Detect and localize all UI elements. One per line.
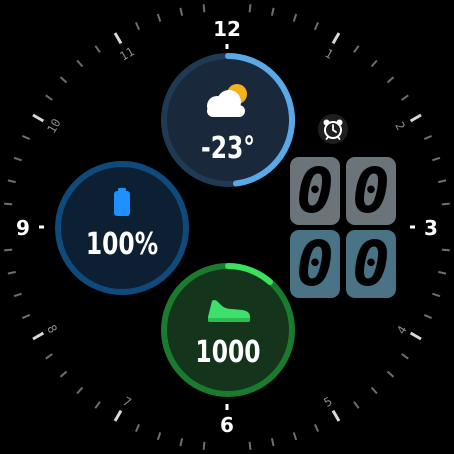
hour-tick xyxy=(32,113,45,123)
minute-tick xyxy=(438,270,447,275)
minute-tick xyxy=(401,94,409,101)
partly-cloudy-icon xyxy=(207,84,247,117)
minute-tick xyxy=(45,94,53,101)
minute-tick xyxy=(156,13,162,22)
dial-number-12: 12 xyxy=(213,17,241,41)
minute-tick xyxy=(423,313,433,320)
minute-tick xyxy=(432,292,441,298)
steps-ring xyxy=(161,263,295,397)
hour-tick xyxy=(32,331,45,341)
minute-tick xyxy=(45,353,53,360)
minute-tick xyxy=(94,45,101,53)
hour-tick xyxy=(409,113,422,123)
minute-tick xyxy=(4,248,13,252)
minute-tick xyxy=(386,370,395,378)
minute-tick xyxy=(292,432,298,441)
minute-tick xyxy=(313,423,320,433)
minute-tick xyxy=(441,202,450,206)
minute-tick xyxy=(94,401,101,409)
minute-tick xyxy=(441,248,450,252)
minute-tick xyxy=(353,45,360,53)
minute-tick xyxy=(270,7,275,16)
minute-tick xyxy=(76,386,84,395)
battery-level: 100% xyxy=(85,227,159,262)
minute-tick xyxy=(13,156,22,162)
hour-tick xyxy=(113,32,123,45)
minute-tick xyxy=(313,21,320,31)
hour-tick xyxy=(331,32,341,45)
minute-tick xyxy=(438,179,447,184)
minute-tick xyxy=(179,7,184,16)
minute-tick xyxy=(386,76,395,84)
minute-tick xyxy=(134,423,141,433)
hour-digit-ones: 0 xyxy=(346,157,396,225)
dial-number-6: 6 xyxy=(220,413,234,437)
minute-tick xyxy=(248,441,252,450)
minute-tick xyxy=(156,432,162,441)
minute-tick xyxy=(7,179,16,184)
minute-tick xyxy=(76,59,84,68)
minute-tick xyxy=(202,441,206,450)
minute-digit-ones: 0 xyxy=(346,230,396,298)
minute-tick xyxy=(292,13,298,22)
minute-tick xyxy=(7,270,16,275)
hour-digit-tens: 0 xyxy=(290,157,340,225)
hour-tick xyxy=(113,409,123,422)
minute-tick xyxy=(248,4,252,13)
minute-tick xyxy=(13,292,22,298)
minute-tick xyxy=(179,438,184,447)
minute-tick xyxy=(432,156,441,162)
minute-tick xyxy=(401,353,409,360)
minute-tick xyxy=(270,438,275,447)
steps-complication[interactable]: 1000 xyxy=(160,262,296,398)
sneaker-icon xyxy=(208,300,250,322)
minute-digit-tens: 0 xyxy=(290,230,340,298)
steps-count: 1000 xyxy=(195,335,261,370)
minute-tick xyxy=(202,4,206,13)
dial-number-9: 9 xyxy=(16,216,30,240)
hour-tick xyxy=(409,331,422,341)
minute-tick xyxy=(21,134,31,141)
alarm-button[interactable] xyxy=(318,114,348,144)
minute-tick xyxy=(59,370,68,378)
alarm-clock-icon xyxy=(318,114,348,144)
dial-number-3: 3 xyxy=(424,216,438,240)
minute-tick xyxy=(353,401,360,409)
minute-tick xyxy=(4,202,13,206)
hour-tick xyxy=(331,409,341,422)
weather-temperature: -23° xyxy=(201,131,255,166)
minute-tick xyxy=(21,313,31,320)
minute-tick xyxy=(134,21,141,31)
minute-tick xyxy=(370,59,378,68)
minute-tick xyxy=(370,386,378,395)
battery-icon xyxy=(114,188,130,216)
minute-tick xyxy=(59,76,68,84)
minute-tick xyxy=(423,134,433,141)
